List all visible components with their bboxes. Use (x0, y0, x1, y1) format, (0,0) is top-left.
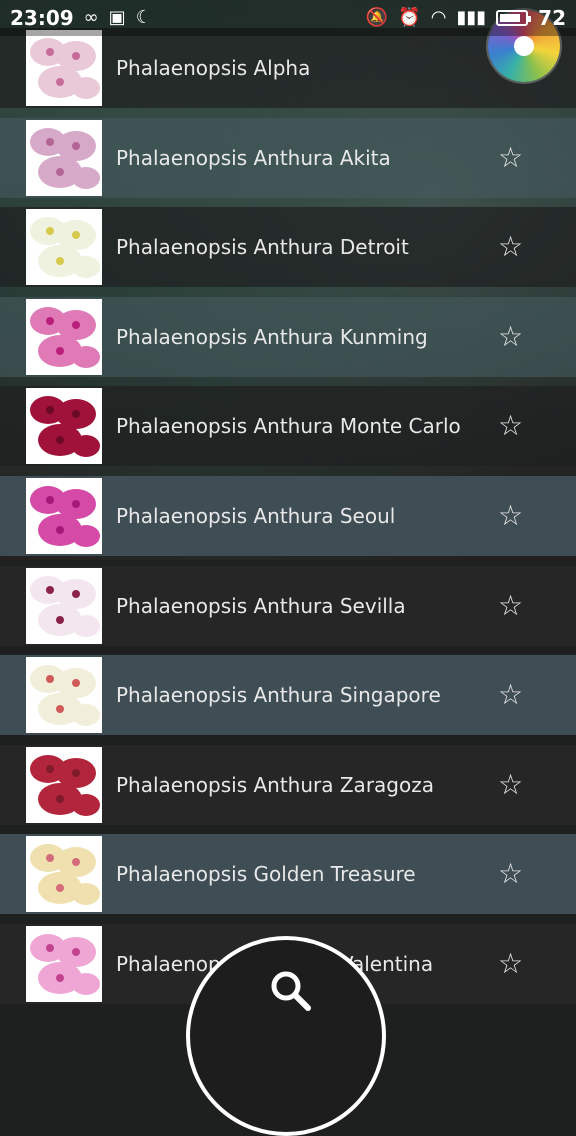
orchid-name: Phalaenopsis Alpha (116, 56, 311, 80)
star-outline-icon[interactable]: ☆ (498, 949, 523, 978)
moon-icon: ☾ (135, 7, 152, 28)
list-item[interactable]: Phalaenopsis Anthura Akita ☆ (0, 117, 576, 198)
orchid-thumbnail (26, 388, 102, 465)
muted-bell-icon: 🔕 (365, 7, 389, 28)
list-item[interactable]: Phalaenopsis Anthura Seoul ☆ (0, 475, 576, 556)
star-outline-icon[interactable]: ☆ (498, 143, 523, 172)
list-item[interactable]: Phalaenopsis Golden Treasure ☆ (0, 834, 576, 915)
list-item[interactable]: Phalaenopsis Anthura Singapore ☆ (0, 655, 576, 736)
orchid-name: Phalaenopsis Anthura Seoul (116, 503, 396, 528)
status-bar: 23:09 ∞ ▣ ☾ 🔕 ⏰ ◠ ▮▮▮ 72 (0, 0, 576, 36)
star-outline-icon[interactable]: ☆ (498, 591, 523, 620)
orchid-thumbnail (26, 836, 102, 913)
star-outline-icon[interactable]: ☆ (498, 233, 523, 261)
orchid-thumbnail (26, 209, 102, 286)
battery-icon (496, 10, 532, 26)
orchid-thumbnail (26, 477, 102, 554)
orchid-thumbnail (26, 298, 102, 375)
star-outline-icon[interactable]: ☆ (498, 322, 523, 351)
status-time: 23:09 (10, 6, 74, 30)
list-item[interactable]: Phalaenopsis Anthura Kunming ☆ (0, 296, 576, 377)
orchid-thumbnail (26, 119, 102, 196)
orchid-thumbnail (26, 925, 102, 1002)
battery-level: 72 (538, 6, 566, 30)
orchid-name: Phalaenopsis Anthura Detroit (116, 235, 409, 260)
list-item[interactable]: Phalaenopsis Anthura Monte Carlo ☆ (0, 386, 576, 467)
image-icon: ▣ (108, 7, 126, 28)
infinity-icon: ∞ (83, 7, 99, 28)
orchid-name: Phalaenopsis Anthura Kunming (116, 324, 428, 349)
star-outline-icon[interactable]: ☆ (498, 770, 523, 799)
orchid-name: Phalaenopsis Anthura Monte Carlo (116, 414, 461, 439)
orchid-thumbnail (26, 30, 102, 106)
wifi-icon: ◠ (430, 7, 447, 28)
orchid-thumbnail (26, 657, 102, 734)
orchid-thumbnail (26, 746, 102, 823)
orchid-name: Phalaenopsis Anthura Singapore (116, 683, 441, 708)
orchid-name: Phalaenopsis Golden Treasure (116, 862, 416, 887)
orchid-name: Phalaenopsis Anthura Sevilla (116, 593, 406, 618)
orchid-thumbnail (26, 567, 102, 644)
star-outline-icon[interactable]: ☆ (498, 501, 523, 530)
list-item[interactable]: Phalaenopsis Anthura Zaragoza ☆ (0, 744, 576, 825)
orchid-list: Phalaenopsis Alpha Phalaenopsis Anthura A… (0, 28, 576, 1014)
search-icon (271, 971, 311, 1011)
signal-icon: ▮▮▮ (456, 7, 487, 28)
orchid-name: Phalaenopsis Anthura Akita (116, 145, 391, 170)
list-item[interactable]: Phalaenopsis Anthura Sevilla ☆ (0, 565, 576, 646)
star-outline-icon[interactable]: ☆ (498, 681, 523, 709)
star-outline-icon[interactable]: ☆ (498, 860, 523, 888)
list-item[interactable]: Phalaenopsis Anthura Detroit ☆ (0, 207, 576, 288)
alarm-icon: ⏰ (398, 7, 421, 28)
star-outline-icon[interactable]: ☆ (498, 412, 523, 440)
search-button[interactable] (186, 936, 386, 1136)
orchid-name: Phalaenopsis Anthura Zaragoza (116, 772, 434, 797)
